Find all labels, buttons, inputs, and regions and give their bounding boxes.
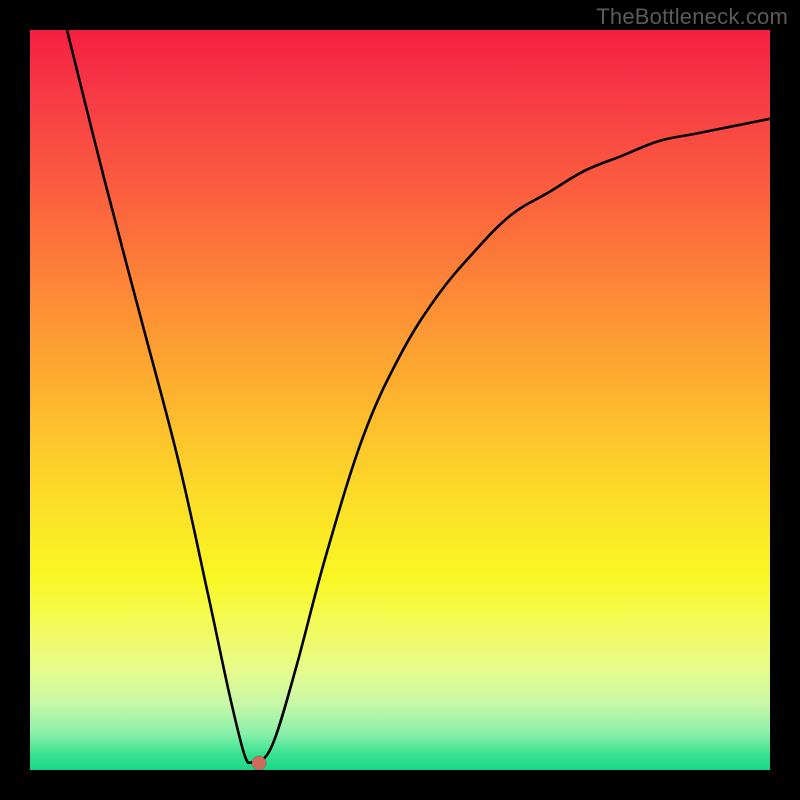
minimum-marker bbox=[252, 756, 266, 770]
bottleneck-curve bbox=[30, 30, 770, 770]
attribution-text: TheBottleneck.com bbox=[596, 4, 788, 30]
chart-stage: TheBottleneck.com bbox=[0, 0, 800, 800]
plot-area bbox=[30, 30, 770, 770]
